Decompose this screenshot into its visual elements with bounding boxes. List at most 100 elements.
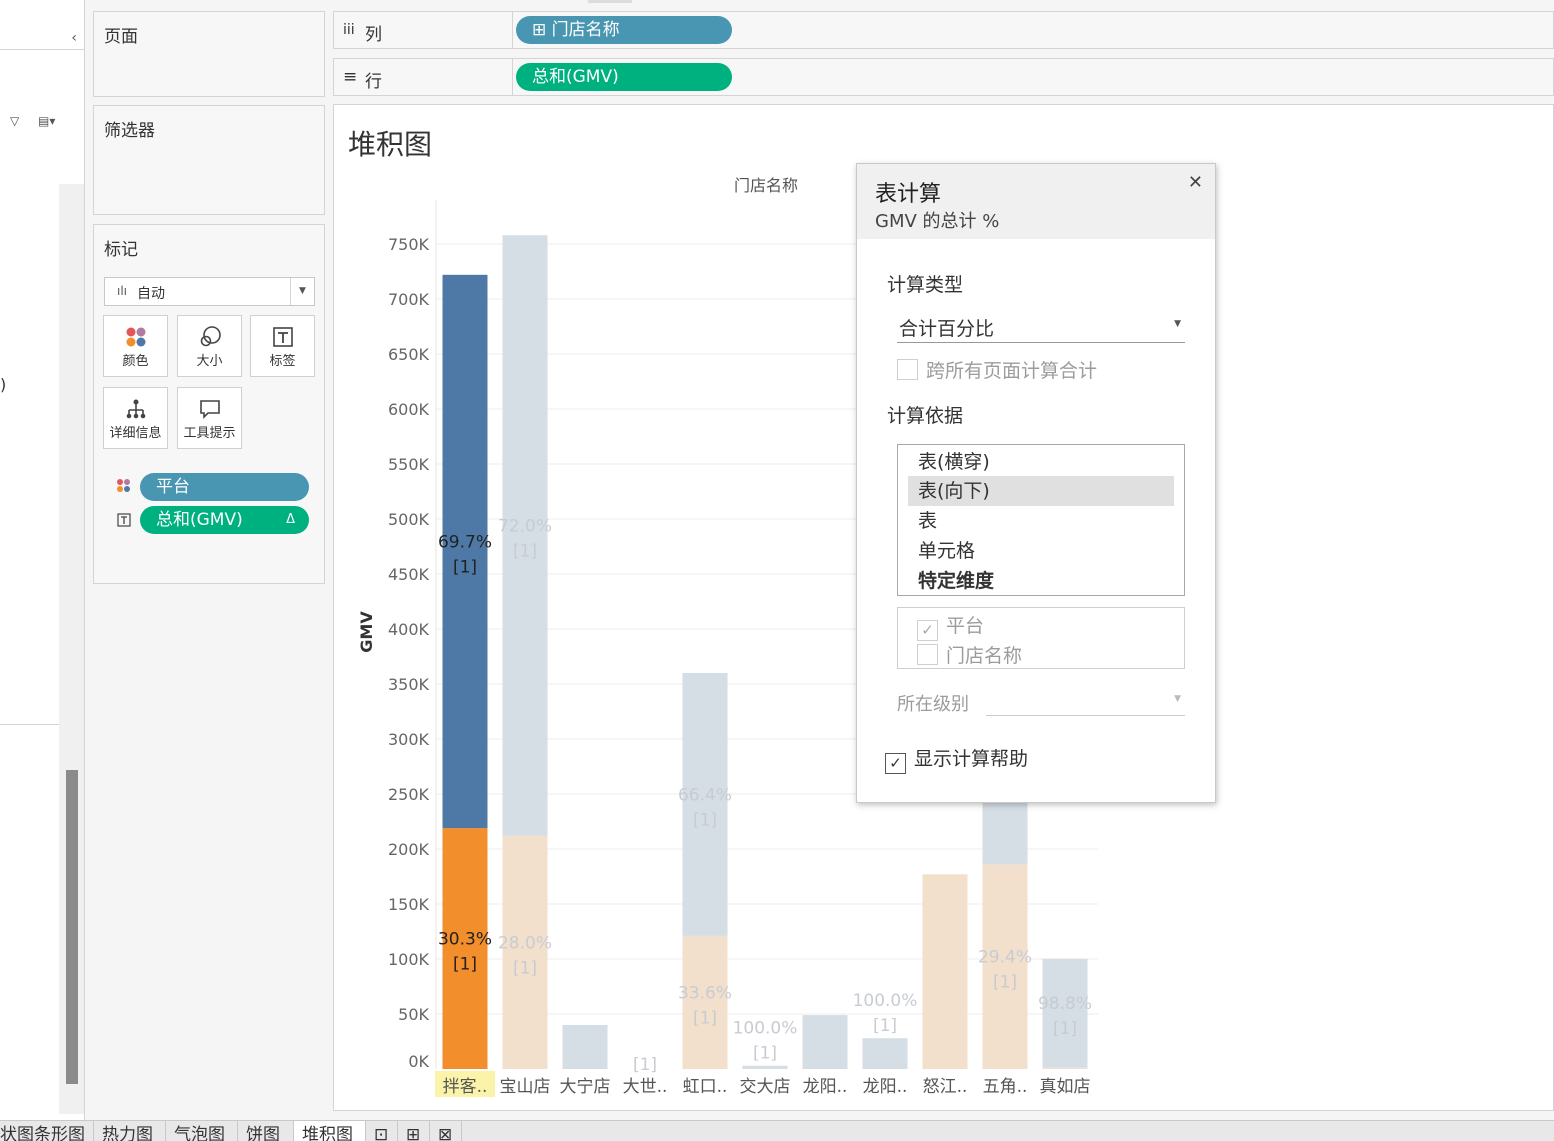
list-view-icon[interactable]: ▤▾ [38, 114, 55, 128]
across-pages-checkbox-row[interactable]: 跨所有页面计算合计 [897, 356, 1097, 383]
bar-segment [922, 874, 968, 1069]
size-button[interactable]: 大小 [177, 315, 242, 377]
color-label: 颜色 [122, 354, 149, 369]
pages-title: 页面 [104, 27, 138, 47]
label-icon [251, 324, 314, 350]
compute-option-table-down[interactable]: 表(向下) [908, 476, 1174, 506]
bar-segment [1042, 1067, 1088, 1069]
tab-pie[interactable]: 饼图 [238, 1121, 294, 1141]
bar-segment [742, 1065, 788, 1069]
dialog-subtitle: GMV 的总计 % [875, 211, 1000, 232]
bar-percent-label: 72.0% [498, 517, 552, 537]
platform-pill[interactable]: 平台 [140, 473, 309, 501]
compute-option-table[interactable]: 表 [908, 506, 1174, 536]
mark-type-label: 自动 [137, 286, 165, 302]
data-pane-header: ‹ [0, 10, 85, 50]
bar-percent-label: 33.6% [678, 983, 732, 1003]
across-pages-checkbox[interactable] [897, 359, 918, 380]
dimension-store-row[interactable]: 门店名称 [917, 641, 1022, 668]
store-name-pill-label: ⊞ 门店名称 [532, 20, 620, 40]
bar-index-label: [1] [693, 1008, 717, 1028]
filters-shelf[interactable]: 筛选器 [93, 105, 325, 215]
store-name-pill[interactable]: ⊞ 门店名称 [516, 16, 732, 44]
calc-type-heading: 计算类型 [887, 274, 964, 296]
show-help-checkbox[interactable]: ✓ [885, 753, 906, 774]
tooltip-button[interactable]: 工具提示 [177, 387, 242, 449]
dimension-platform-row[interactable]: ✓ 平台 [917, 611, 984, 641]
close-icon[interactable]: ✕ [1188, 172, 1203, 193]
show-help-label: 显示计算帮助 [914, 748, 1029, 770]
divider [0, 724, 59, 725]
size-icon [178, 324, 241, 350]
sheet-tabs: 状图条形图 热力图 气泡图 饼图 堆积图 ⊡ ⊞ ⊠ [0, 1120, 1554, 1141]
rows-shelf[interactable]: ≡ 行 总和(GMV) [333, 58, 1554, 96]
color-button[interactable]: 颜色 [103, 315, 168, 377]
y-tick-label: 550K [388, 455, 430, 474]
columns-icon: iii [343, 22, 355, 38]
new-sheet-icon[interactable]: ⊡ [366, 1121, 398, 1141]
rows-shelf-label: ≡ 行 [334, 59, 513, 95]
y-tick-label: 50K [398, 1005, 429, 1024]
y-axis-label: GMV [357, 611, 376, 653]
bar-segment [862, 1038, 908, 1069]
bar-index-label: [1] [993, 973, 1017, 993]
tab-bubble[interactable]: 气泡图 [166, 1121, 238, 1141]
columns-shelf[interactable]: iii 列 ⊞ 门店名称 [333, 11, 1554, 49]
mark-type-dropdown[interactable]: ılı 自动 ▼ [104, 277, 315, 306]
bar-index-label: [1] [633, 1055, 657, 1075]
y-tick-label: 450K [388, 565, 430, 584]
y-tick-label: 250K [388, 785, 430, 804]
y-tick-label: 400K [388, 620, 430, 639]
delta-icon: Δ [286, 512, 295, 527]
calc-type-dropdown[interactable]: 合计百分比 ▼ [897, 311, 1185, 343]
x-tick-label: 真如店 [1040, 1077, 1091, 1097]
bar-index-label: [1] [453, 955, 477, 975]
column-header: 门店名称 [734, 176, 798, 195]
label-button[interactable]: 标签 [250, 315, 315, 377]
filter-icon[interactable]: ▽ [10, 114, 19, 128]
compute-option-specific-dimensions[interactable]: 特定维度 [908, 566, 1174, 596]
compute-option-table-across[interactable]: 表(横穿) [908, 447, 1174, 477]
x-tick-label: 交大店 [740, 1077, 791, 1097]
level-dropdown[interactable]: ▼ [986, 686, 1185, 716]
bar-index-label: [1] [513, 542, 537, 562]
gmv-pill-label: 总和(GMV) [156, 510, 243, 530]
x-tick-label: 龙阳.. [863, 1077, 908, 1097]
detail-button[interactable]: 详细信息 [103, 387, 168, 449]
bar-index-label: [1] [453, 557, 477, 577]
bar-index-label: [1] [753, 1044, 777, 1064]
scrollbar-thumb[interactable] [66, 770, 78, 1084]
bar-percent-label: 30.3% [438, 930, 492, 950]
compute-using-list[interactable]: 表(横穿) 表(向下) 表 单元格 特定维度 [897, 444, 1185, 596]
tab-bar-chart[interactable]: 状图条形图 [0, 1121, 94, 1141]
color-icon [104, 324, 167, 350]
dimension-store-checkbox[interactable] [917, 644, 938, 665]
compute-option-cell[interactable]: 单元格 [908, 536, 1174, 566]
gmv-row-pill[interactable]: 总和(GMV) [516, 63, 732, 91]
marks-card: 标记 ılı 自动 ▼ 颜色 大小 标签 详细信息 工具提示 平台 总和(GMV… [93, 224, 325, 584]
x-tick-label: 龙阳.. [803, 1077, 848, 1097]
dimension-store-label: 门店名称 [946, 645, 1023, 667]
new-story-icon[interactable]: ⊠ [430, 1121, 462, 1141]
show-help-row[interactable]: ✓ 显示计算帮助 [885, 744, 1028, 774]
dimension-platform-checkbox[interactable]: ✓ [917, 620, 938, 641]
bar-percent-label: 98.8% [1038, 994, 1092, 1014]
filters-title: 筛选器 [104, 121, 155, 141]
pages-shelf[interactable]: 页面 [93, 11, 325, 97]
x-tick-label: 大宁店 [560, 1077, 611, 1097]
chevron-down-icon: ▼ [290, 278, 314, 305]
collapse-icon[interactable]: ‹ [71, 30, 77, 46]
tab-heatmap[interactable]: 热力图 [94, 1121, 166, 1141]
color-dots-icon [116, 478, 132, 498]
top-tick [588, 0, 632, 3]
gmv-label-pill[interactable]: 总和(GMV) Δ [140, 506, 309, 534]
y-tick-label: 300K [388, 730, 430, 749]
data-pane-toolbar: ▽ ▤▾ [0, 106, 85, 140]
x-tick-label: 宝山店 [500, 1077, 551, 1097]
new-dashboard-icon[interactable]: ⊞ [398, 1121, 430, 1141]
rows-icon: ≡ [343, 67, 358, 87]
y-tick-label: 650K [388, 345, 430, 364]
gmv-row-pill-label: 总和(GMV) [532, 67, 619, 87]
tab-stacked[interactable]: 堆积图 [294, 1121, 366, 1141]
x-tick-label: 五角.. [983, 1077, 1028, 1097]
